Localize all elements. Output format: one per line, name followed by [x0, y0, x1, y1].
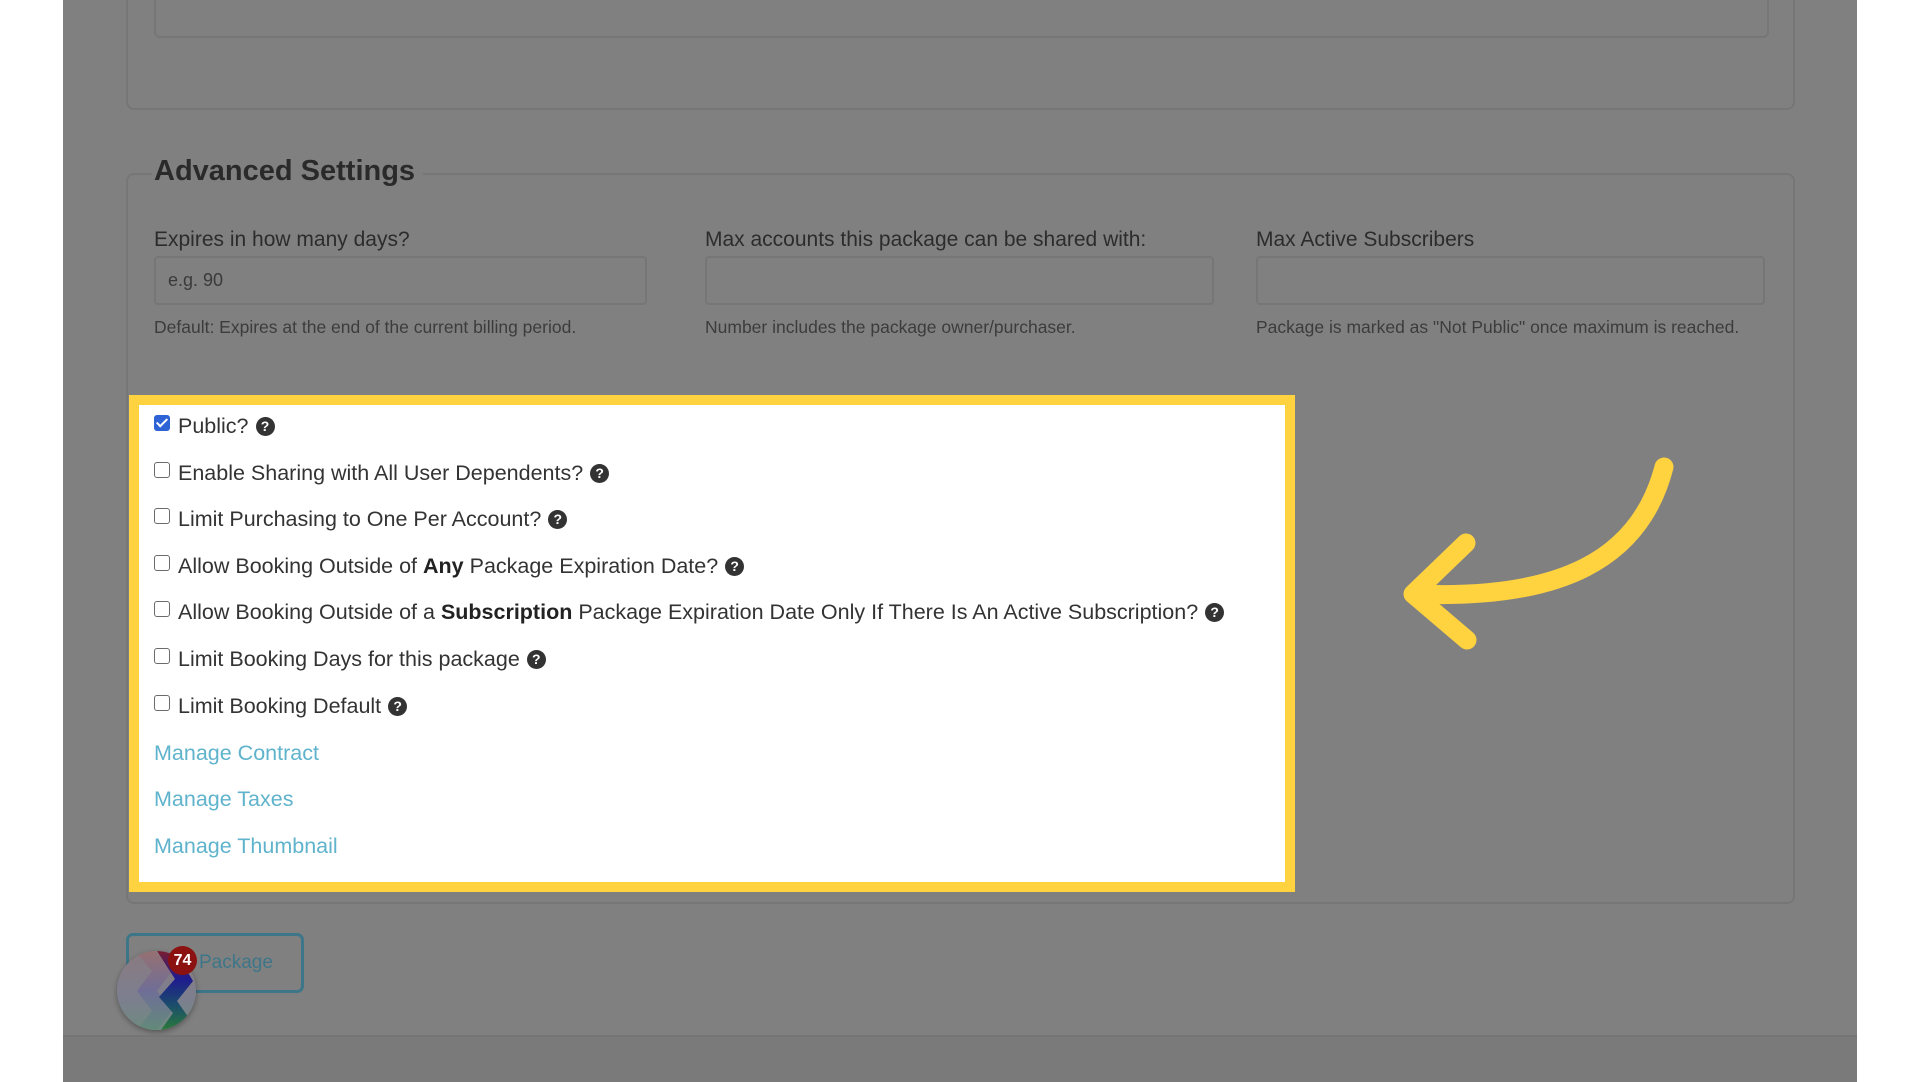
max-active-subscribers-label: Max Active Subscribers — [1256, 228, 1475, 251]
option-public[interactable]: Public? ? — [154, 410, 275, 442]
option-label: Limit Purchasing to One Per Account? — [178, 506, 542, 531]
option-label: Public? — [178, 413, 249, 438]
expires-days-label: Expires in how many days? — [154, 228, 410, 251]
question-circle-icon[interactable]: ? — [388, 696, 408, 716]
max-shared-accounts-field: Max accounts this package can be shared … — [705, 224, 1214, 342]
booking-outside-subscription-checkbox[interactable] — [154, 601, 170, 617]
limit-purchasing-checkbox[interactable] — [154, 508, 170, 524]
option-label-emphasis: Subscription — [440, 599, 573, 624]
max-shared-accounts-label: Max accounts this package can be shared … — [705, 228, 1147, 251]
max-active-subscribers-help: Package is marked as "Not Public" once m… — [1256, 317, 1740, 337]
question-circle-icon[interactable]: ? — [526, 649, 546, 669]
question-circle-icon[interactable]: ? — [1205, 602, 1225, 622]
expires-days-help: Default: Expires at the end of the curre… — [154, 317, 577, 337]
question-circle-icon[interactable]: ? — [590, 463, 610, 483]
option-label: Limit Booking Days for this package — [178, 646, 520, 671]
booking-outside-any-checkbox[interactable] — [154, 555, 170, 571]
page-footer — [63, 1035, 1857, 1082]
option-limit-booking-days[interactable]: Limit Booking Days for this package ? — [154, 643, 546, 675]
description-textarea[interactable] — [154, 0, 1769, 38]
option-label: Allow Booking Outside of Any Package Exp… — [178, 553, 719, 578]
expires-days-field: Expires in how many days? Default: Expir… — [154, 224, 654, 342]
limit-booking-days-checkbox[interactable] — [154, 648, 170, 664]
enable-sharing-checkbox[interactable] — [154, 462, 170, 478]
question-circle-icon[interactable]: ? — [548, 509, 568, 529]
limit-booking-default-checkbox[interactable] — [154, 695, 170, 711]
max-shared-accounts-input[interactable] — [705, 256, 1214, 305]
option-booking-outside-any-expiration[interactable]: Allow Booking Outside of Any Package Exp… — [154, 550, 745, 582]
max-active-subscribers-field: Max Active Subscribers Package is marked… — [1256, 224, 1765, 342]
option-limit-booking-default[interactable]: Limit Booking Default ? — [154, 690, 408, 722]
manage-contract-link[interactable]: Manage Contract — [154, 737, 319, 769]
previous-fieldset — [126, 0, 1795, 110]
expires-days-input[interactable] — [154, 256, 647, 305]
option-enable-sharing-dependents[interactable]: Enable Sharing with All User Dependents?… — [154, 457, 610, 489]
notification-badge: 74 — [168, 946, 197, 975]
manage-taxes-link[interactable]: Manage Taxes — [154, 783, 293, 815]
option-limit-one-per-account[interactable]: Limit Purchasing to One Per Account? ? — [154, 503, 568, 535]
max-active-subscribers-input[interactable] — [1256, 256, 1765, 305]
option-label: Allow Booking Outside of a Subscription … — [178, 599, 1199, 624]
question-circle-icon[interactable]: ? — [725, 556, 745, 576]
option-booking-outside-subscription-expiration[interactable]: Allow Booking Outside of a Subscription … — [154, 596, 1225, 628]
max-shared-accounts-help: Number includes the package owner/purcha… — [705, 317, 1076, 337]
question-circle-icon[interactable]: ? — [255, 416, 275, 436]
option-label-emphasis: Any — [423, 553, 464, 578]
advanced-settings-heading: Advanced Settings — [152, 155, 424, 188]
option-label: Enable Sharing with All User Dependents? — [178, 460, 584, 485]
manage-thumbnail-link[interactable]: Manage Thumbnail — [154, 830, 338, 862]
option-label: Limit Booking Default — [178, 693, 382, 718]
public-checkbox[interactable] — [154, 415, 170, 431]
